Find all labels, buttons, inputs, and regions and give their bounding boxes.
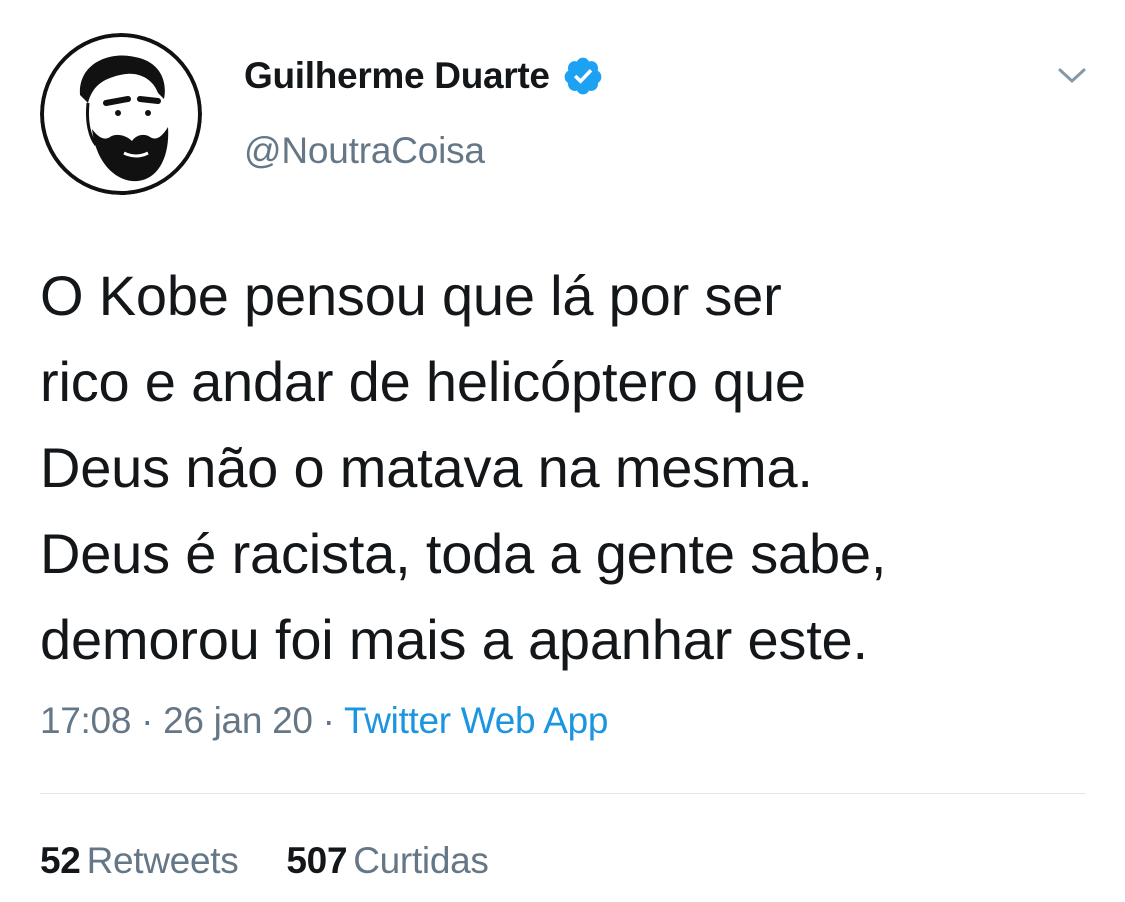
verified-badge-icon [562,55,604,97]
meta-separator: · [141,700,154,741]
tweet-meta: 17:08 · 26 jan 20 · Twitter Web App [40,700,609,742]
author-name-row[interactable]: Guilherme Duarte [244,52,604,100]
tweet-text: O Kobe pensou que lá por ser rico e anda… [40,253,1100,683]
tweet-card: Guilherme Duarte @NoutraCoisa O Kobe pen… [0,0,1125,902]
tweet-text-line: Deus não o matava na mesma. [40,436,813,499]
likes-stat[interactable]: 507 Curtidas [286,840,489,882]
tweet-time[interactable]: 17:08 [40,700,131,741]
retweets-label: Retweets [86,840,239,881]
avatar[interactable] [40,33,202,195]
tweet-stats: 52 Retweets 507 Curtidas [40,840,489,882]
tweet-text-line: O Kobe pensou que lá por ser [40,264,782,327]
likes-label: Curtidas [353,840,489,881]
retweets-count: 52 [40,840,81,881]
likes-count: 507 [286,840,348,881]
tweet-text-line: rico e andar de helicóptero que [40,350,806,413]
divider [40,793,1086,794]
author-handle[interactable]: @NoutraCoisa [244,130,485,172]
bearded-man-avatar-icon [40,33,202,195]
tweet-source-link[interactable]: Twitter Web App [344,700,609,741]
tweet-date[interactable]: 26 jan 20 [163,700,313,741]
tweet-text-line: Deus é racista, toda a gente sabe, [40,522,887,585]
chevron-down-icon[interactable] [1052,58,1092,92]
tweet-text-line: demorou foi mais a apanhar este. [40,608,868,671]
author-display-name[interactable]: Guilherme Duarte [244,55,550,97]
retweets-stat[interactable]: 52 Retweets [40,840,239,882]
meta-separator: · [322,700,335,741]
